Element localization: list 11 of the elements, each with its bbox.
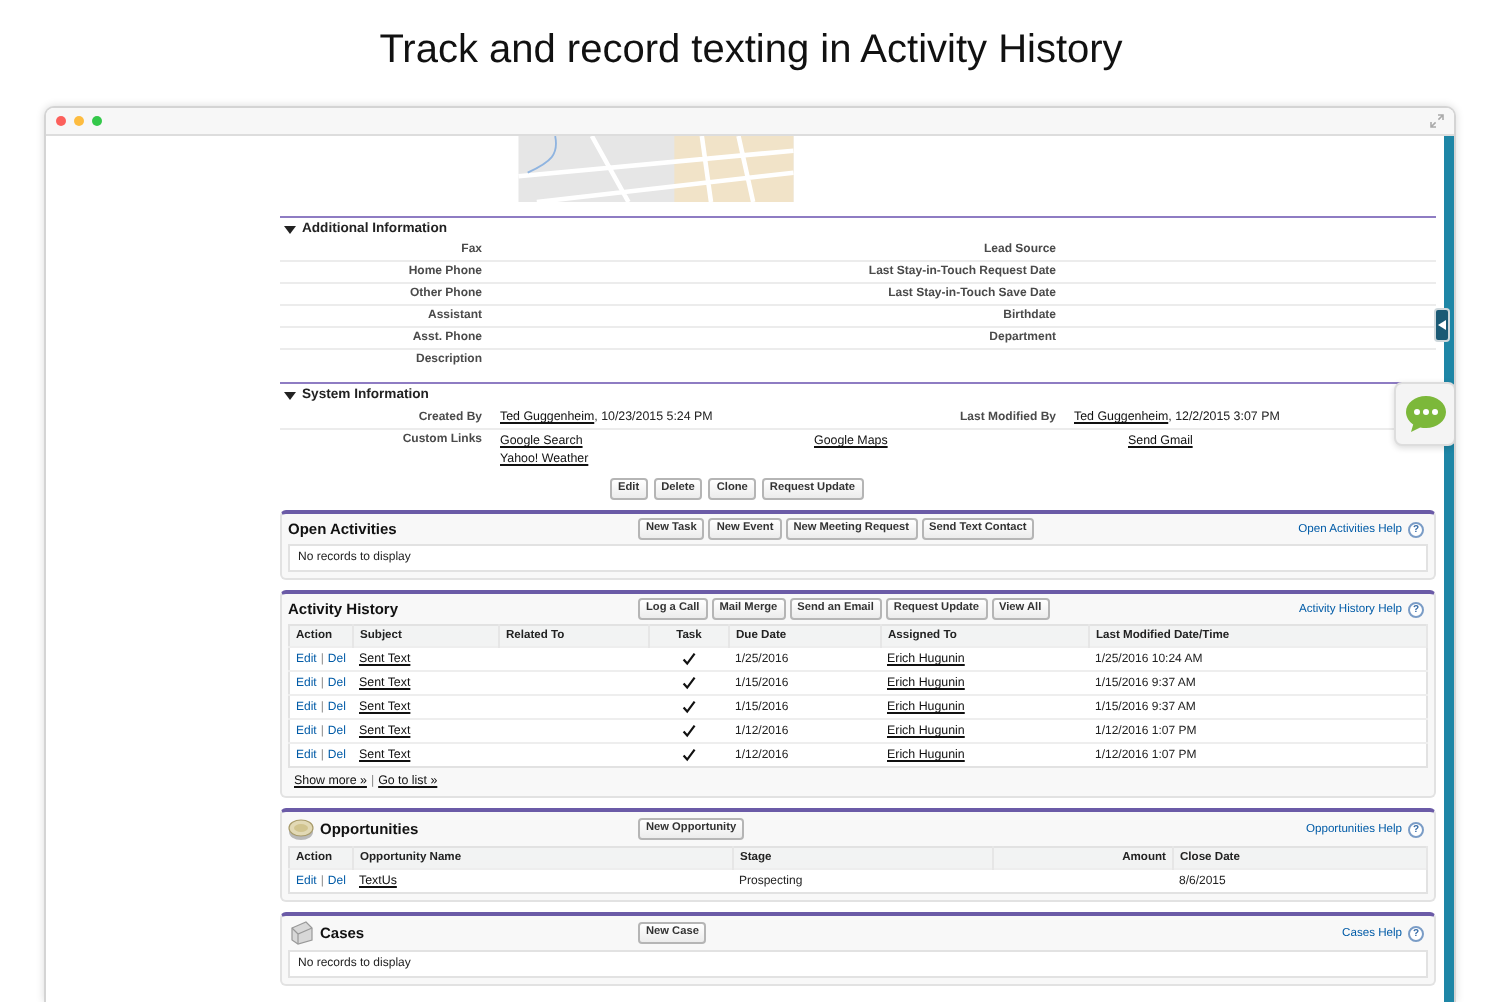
- expand-icon[interactable]: [1430, 114, 1444, 128]
- minimize-button[interactable]: [74, 116, 84, 126]
- close-button[interactable]: [56, 116, 66, 126]
- page-title: Track and record texting in Activity History: [377, 25, 1125, 75]
- zoom-button[interactable]: [92, 116, 102, 126]
- chat-button[interactable]: [1394, 382, 1454, 446]
- chat-bubble-icon: [1403, 394, 1447, 434]
- coins-icon: [288, 816, 314, 842]
- collapse-triangle-icon[interactable]: [284, 223, 296, 235]
- collapse-tab[interactable]: [1434, 308, 1450, 342]
- collapse-triangle-icon[interactable]: [284, 389, 296, 401]
